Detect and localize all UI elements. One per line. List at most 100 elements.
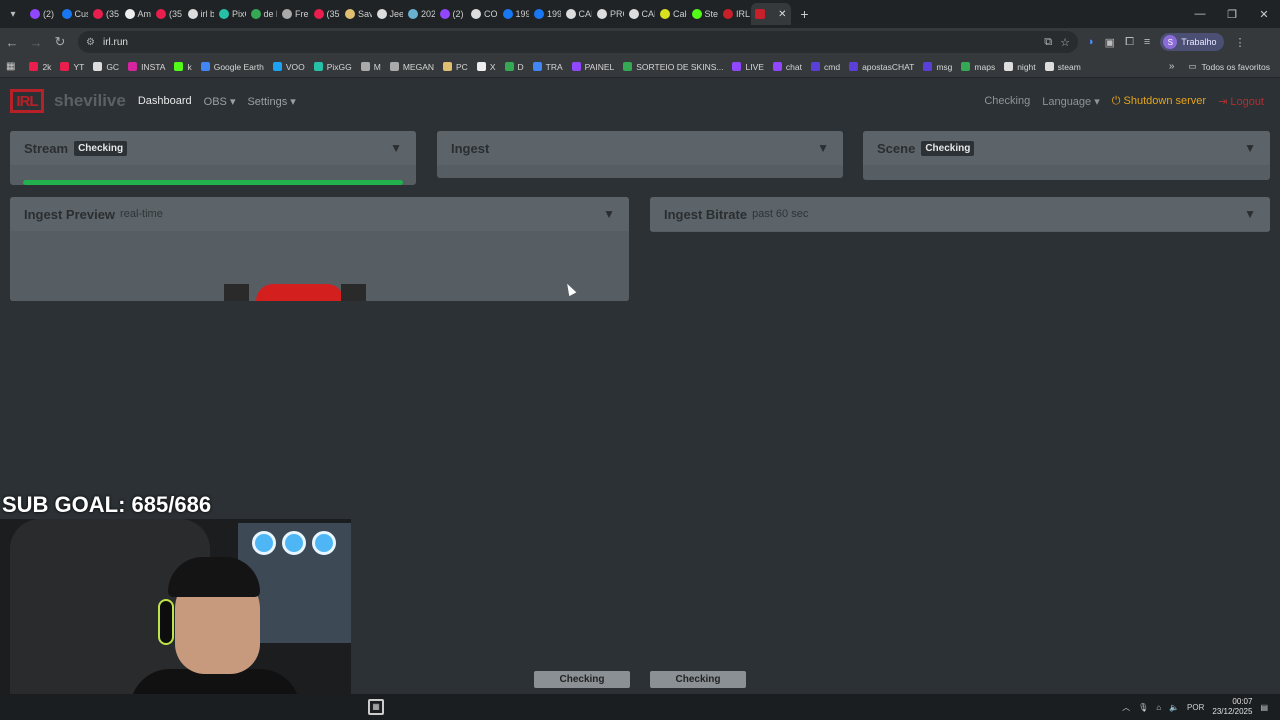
reading-list-icon[interactable]: ≡ <box>1144 36 1150 48</box>
browser-menu-icon[interactable]: ⋮ <box>1234 36 1245 49</box>
nav-dashboard[interactable]: Dashboard <box>138 95 192 107</box>
chevron-down-icon[interactable]: ▼ <box>817 141 829 155</box>
bookmark-item[interactable]: msg <box>923 62 952 72</box>
maximize-icon[interactable]: ❐ <box>1216 0 1248 28</box>
bookmark-item[interactable]: TRA <box>532 62 563 72</box>
browser-tab[interactable]: CAI <box>562 3 592 25</box>
reload-icon[interactable]: ↻ <box>48 30 72 54</box>
bookmark-item[interactable]: VOO <box>272 62 305 72</box>
bookmark-item[interactable]: X <box>476 62 496 72</box>
bookmark-item[interactable]: apostasCHAT <box>849 62 914 72</box>
tab-search-button[interactable]: ▾ <box>0 0 26 28</box>
tab-active[interactable]: ✕ <box>750 3 791 25</box>
ingest-bitrate-header[interactable]: Ingest Bitrate past 60 sec ▼ <box>650 197 1270 231</box>
extensions-puzzle-icon[interactable]: ⧠ <box>1125 36 1134 49</box>
close-icon[interactable]: ✕ <box>778 9 786 20</box>
browser-tab[interactable]: Ste <box>688 3 719 25</box>
browser-tab[interactable]: Frei <box>278 3 309 25</box>
bookmark-label: msg <box>936 61 953 72</box>
new-tab-button[interactable]: + <box>792 6 818 22</box>
chevron-down-icon[interactable]: ▼ <box>390 141 402 155</box>
forward-icon[interactable]: → <box>24 30 48 54</box>
bookmark-item[interactable]: LIVE <box>732 62 764 72</box>
browser-tab[interactable]: Sav <box>341 3 372 25</box>
chevron-up-icon[interactable]: ︿ <box>1122 702 1130 713</box>
bookmark-item[interactable]: chat <box>772 62 802 72</box>
shutdown-server-button[interactable]: ⏻ Shutdown server <box>1112 95 1206 108</box>
scene-card-header[interactable]: Scene Checking ▼ <box>863 131 1270 165</box>
bookmark-item[interactable]: maps <box>961 62 995 72</box>
browser-tab[interactable]: IRLI <box>719 3 750 25</box>
network-icon[interactable]: ⌂ <box>1156 703 1161 712</box>
logout-icon: ⇥ <box>1218 95 1228 108</box>
bookmark-item[interactable]: MEGAN <box>389 62 434 72</box>
bookmark-item[interactable]: GC <box>93 62 119 72</box>
window-controls: — ❐ ✕ <box>1184 0 1280 28</box>
bookmark-item[interactable]: PAINEL <box>571 62 614 72</box>
browser-tab[interactable]: PixC <box>215 3 246 25</box>
chevron-down-icon[interactable]: ▼ <box>1244 141 1256 155</box>
brand-name[interactable]: shevilive <box>54 91 126 111</box>
nav-obs-dropdown[interactable]: OBS ▾ <box>204 95 236 108</box>
logout-button[interactable]: ⇥ Logout <box>1218 95 1264 108</box>
microphone-icon[interactable]: 🎙 <box>1138 703 1148 712</box>
volume-icon[interactable]: 🔈 <box>1169 703 1179 712</box>
browser-tab[interactable]: PRC <box>593 3 624 25</box>
browser-tab[interactable]: irl b <box>184 3 214 25</box>
language-indicator[interactable]: POR <box>1187 703 1204 712</box>
bookmark-item[interactable]: cmd <box>811 62 840 72</box>
browser-tab[interactable]: Am <box>121 3 151 25</box>
notifications-icon[interactable]: ▤ <box>1260 703 1268 712</box>
bookmark-item[interactable]: SORTEIO DE SKINS... <box>623 62 723 72</box>
tab-label: Ste <box>704 9 719 19</box>
bookmark-star-icon[interactable]: ☆ <box>1060 36 1070 49</box>
bookmark-item[interactable]: Google Earth <box>200 62 264 72</box>
extension-icon[interactable]: ◗ <box>1088 36 1095 48</box>
minimize-icon[interactable]: — <box>1184 0 1216 28</box>
browser-tab[interactable]: Cus <box>58 3 88 25</box>
site-info-icon[interactable]: ⚙ <box>86 37 95 48</box>
extension-icon[interactable]: ▣ <box>1105 36 1115 49</box>
calculator-icon[interactable]: ▦ <box>368 699 384 715</box>
profile-button[interactable]: S Trabalho <box>1160 33 1225 51</box>
bookmark-item[interactable]: night <box>1004 62 1036 72</box>
bookmark-item[interactable]: INSTA <box>128 62 165 72</box>
chevron-down-icon[interactable]: ▼ <box>1244 207 1256 221</box>
bookmark-item[interactable]: k <box>174 62 192 72</box>
stream-card-header[interactable]: Stream Checking ▼ <box>10 131 416 165</box>
back-icon[interactable]: ← <box>0 30 24 54</box>
bookmarks-overflow-icon[interactable]: » <box>1169 61 1175 72</box>
window-close-icon[interactable]: ✕ <box>1248 0 1280 28</box>
translate-icon[interactable]: ⧉ <box>1044 36 1052 49</box>
bookmark-item[interactable]: PixGG <box>313 62 352 72</box>
bookmark-item[interactable]: YT <box>60 62 84 72</box>
browser-tab[interactable]: COI <box>467 3 498 25</box>
bookmark-item[interactable]: 2k <box>29 62 51 72</box>
ingest-preview-header[interactable]: Ingest Preview real-time ▼ <box>10 197 629 231</box>
browser-tab[interactable]: 199 <box>499 3 529 25</box>
browser-tab[interactable]: (2) <box>436 3 467 25</box>
browser-tab[interactable]: (35 <box>89 3 120 25</box>
irl-logo[interactable]: IRL <box>10 89 44 113</box>
bookmark-item[interactable]: D <box>504 62 524 72</box>
url-input[interactable]: ⚙ irl.run ⧉ ☆ <box>78 31 1078 53</box>
chevron-down-icon[interactable]: ▼ <box>603 207 615 221</box>
browser-tab[interactable]: (35 <box>152 3 183 25</box>
browser-tab[interactable]: 199 <box>530 3 561 25</box>
bookmark-item[interactable]: steam <box>1044 62 1081 72</box>
bookmark-item[interactable]: PC <box>443 62 468 72</box>
ingest-card-header[interactable]: Ingest ▼ <box>437 131 843 165</box>
browser-tab[interactable]: Calc <box>656 3 687 25</box>
browser-tab[interactable]: CAL <box>625 3 655 25</box>
language-dropdown[interactable]: Language ▾ <box>1042 95 1100 108</box>
bookmark-item[interactable]: M <box>360 62 381 72</box>
all-bookmarks-button[interactable]: ▭ Todos os favoritos <box>1188 61 1280 72</box>
clock[interactable]: 00:07 23/12/2025 <box>1212 697 1252 717</box>
browser-tab[interactable]: de l <box>247 3 277 25</box>
browser-tab[interactable]: Jee <box>373 3 403 25</box>
browser-tab[interactable]: 202 <box>404 3 435 25</box>
browser-tab[interactable]: (2) <box>26 3 57 25</box>
browser-tab[interactable]: (35 <box>310 3 341 25</box>
apps-grid-icon[interactable]: ▦ <box>6 61 15 72</box>
nav-settings-dropdown[interactable]: Settings ▾ <box>247 95 295 108</box>
